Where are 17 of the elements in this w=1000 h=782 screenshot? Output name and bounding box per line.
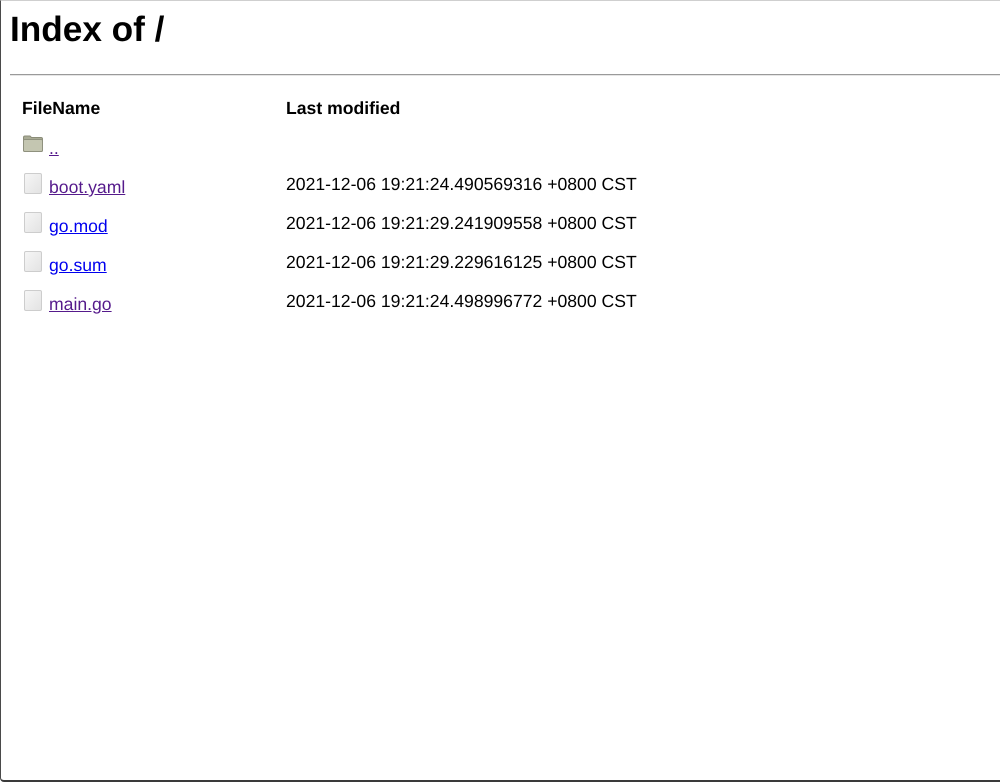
modified-date: 2021-12-06 19:21:29.229616125 +0800 CST xyxy=(286,252,637,272)
column-header: Last modified xyxy=(286,97,400,119)
column-header: FileName xyxy=(22,97,100,119)
file-link[interactable]: boot.yaml xyxy=(49,176,126,198)
file-icon xyxy=(24,173,42,194)
modified-date: 2021-12-06 19:21:29.241909558 +0800 CST xyxy=(286,213,637,233)
modified-date: 2021-12-06 19:21:24.498996772 +0800 CST xyxy=(286,291,637,311)
file-icon xyxy=(24,212,42,233)
file-link[interactable]: .. xyxy=(49,137,59,159)
file-link[interactable]: go.mod xyxy=(49,215,108,237)
file-link[interactable]: go.sum xyxy=(49,254,107,276)
folder-icon xyxy=(23,135,43,152)
page-title: Index of / xyxy=(10,10,164,50)
file-icon xyxy=(24,290,42,311)
modified-date: 2021-12-06 19:21:24.490569316 +0800 CST xyxy=(286,174,637,194)
file-link[interactable]: main.go xyxy=(49,293,112,315)
file-icon xyxy=(24,251,42,272)
